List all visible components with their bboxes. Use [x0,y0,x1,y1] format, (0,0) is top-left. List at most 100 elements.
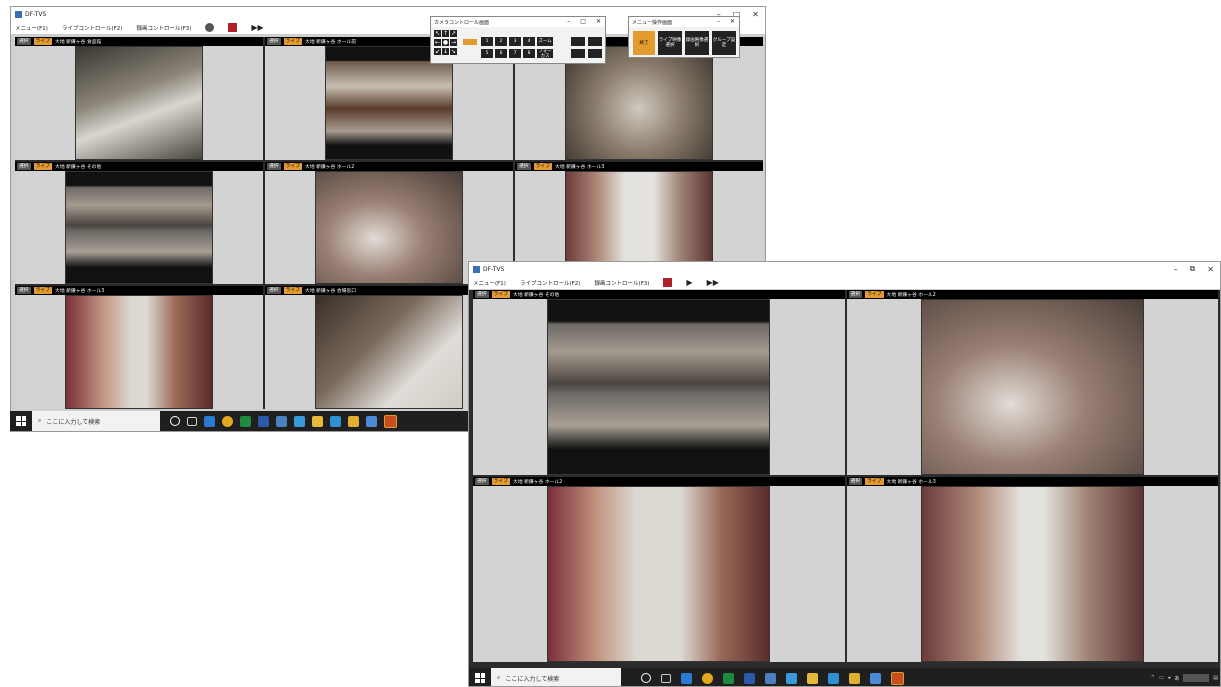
select-button[interactable]: 選択 [17,287,31,295]
home-icon[interactable]: ● [442,39,449,46]
select-button[interactable]: 選択 [267,162,281,170]
menu-main[interactable]: メニュー(F1) [15,24,48,32]
app-icon[interactable] [330,415,341,427]
menu-live-control[interactable]: ライブコントロール(F2) [520,279,580,287]
minimize-icon[interactable]: – [567,17,570,27]
chrome-icon[interactable] [702,672,713,684]
camera-cell[interactable]: 選択 ライブ 大地 新鎌ヶ谷 ホール3 [15,286,263,409]
front-window-titlebar[interactable]: DF-TVS – ⧉ ✕ [469,262,1220,276]
live-button[interactable]: ライブ [491,478,511,485]
windows-start-icon[interactable] [16,416,26,426]
preset-key-1[interactable]: 1 [481,37,493,46]
windows-start-icon[interactable] [475,673,485,683]
exit-button[interactable]: 終了 [633,31,655,55]
arrow-up-left-icon[interactable]: ↖ [434,30,441,37]
close-icon[interactable]: ✕ [596,17,601,27]
arrow-right-icon[interactable]: → [450,39,457,46]
play-icon[interactable]: ▶ [686,278,692,287]
control-button[interactable] [571,49,585,58]
live-button[interactable]: ライブ [865,478,884,485]
minimize-icon[interactable]: – [1174,265,1178,274]
app-icon[interactable] [870,672,881,684]
volume-icon[interactable]: ◂ [1168,675,1171,681]
record-select-button[interactable]: 録画映像選択 [685,31,709,55]
app-icon[interactable] [807,672,818,684]
camera-cell[interactable]: 選択 ライブ 大地 新鎌ヶ谷 その他 [15,161,263,285]
maximize-icon[interactable]: ⧉ [1190,264,1196,274]
edge-icon[interactable] [681,672,692,684]
fast-forward-icon[interactable]: ▶▶ [707,278,719,287]
arrow-down-icon[interactable]: ↓ [442,48,449,55]
live-select-button[interactable]: ライブ映像選択 [658,31,682,55]
close-icon[interactable]: ✕ [1207,265,1214,274]
menu-record-control[interactable]: 録画コントロール(F3) [594,279,649,287]
preset-tab[interactable] [463,39,477,45]
app-icon[interactable] [312,415,323,427]
app-icon[interactable] [765,672,776,684]
select-button[interactable]: 選択 [848,478,863,485]
stop-icon[interactable] [228,23,238,32]
camera-cell[interactable]: 選択 ライブ 大地 新鎌ヶ谷 ホール2 [846,290,1218,475]
chevron-up-icon[interactable]: ^ [1151,675,1155,681]
control-button[interactable] [571,37,585,46]
task-view-icon[interactable] [661,673,671,683]
live-button[interactable]: ライブ [533,162,553,170]
camera-cell[interactable]: 選択 ライブ 大地 新鎌ヶ谷 ホール3 [846,477,1218,662]
zoom-button[interactable]: ズーム [537,37,553,46]
excel-icon[interactable] [240,415,251,427]
live-button[interactable]: ライブ [33,162,53,170]
word-icon[interactable] [258,415,269,427]
preset-key-3[interactable]: 3 [509,37,521,46]
app-icon[interactable] [849,672,860,684]
cortana-icon[interactable] [170,416,180,426]
control-button[interactable] [588,37,602,46]
focus-button[interactable]: フォーカス [537,49,553,59]
live-button[interactable]: ライブ [33,287,53,295]
record-stop-icon[interactable] [205,23,215,32]
app-icon[interactable] [786,672,797,684]
preset-key-5[interactable]: 5 [481,49,493,58]
menu-record-control[interactable]: 録画コントロール(F3) [136,24,191,32]
edge-icon[interactable] [204,415,215,427]
group-setting-button[interactable]: グループ設定 [712,31,736,55]
preset-key-6[interactable]: 6 [495,49,507,58]
app-icon[interactable] [276,415,287,427]
cortana-icon[interactable] [641,673,651,683]
excel-icon[interactable] [723,672,734,684]
menu-popup-titlebar[interactable]: メニュー操作画面 – ✕ [629,17,739,27]
live-button[interactable]: ライブ [283,162,303,170]
live-button[interactable]: ライブ [865,291,884,298]
arrow-up-right-icon[interactable]: ↗ [450,30,457,37]
menu-main[interactable]: メニュー(F1) [473,279,506,287]
minimize-icon[interactable]: – [717,17,720,27]
select-button[interactable]: 選択 [848,291,863,298]
word-icon[interactable] [744,672,755,684]
select-button[interactable]: 選択 [17,162,31,170]
notification-icon[interactable]: ▤ [1213,675,1218,681]
select-button[interactable]: 選択 [517,162,531,170]
live-button[interactable]: ライブ [33,38,53,45]
taskbar-search[interactable]: ⌕ ここに入力して検索 [491,668,621,686]
network-icon[interactable]: ▭ [1159,675,1164,681]
ime-icon[interactable]: あ [1174,675,1179,682]
select-button[interactable]: 選択 [17,38,31,45]
live-button[interactable]: ライブ [283,38,303,45]
live-button[interactable]: ライブ [491,291,511,298]
live-button[interactable]: ライブ [283,287,303,295]
menu-live-control[interactable]: ライブコントロール(F2) [62,24,122,32]
preset-key-7[interactable]: 7 [509,49,521,58]
preset-key-4[interactable]: 4 [523,37,535,46]
stop-icon[interactable] [663,278,673,287]
camera-popup-titlebar[interactable]: カメラコントロール画面 – □ ✕ [431,17,605,27]
camera-cell[interactable]: 選択 ライブ 大地 新鎌ヶ谷 その他 [473,290,845,475]
fast-forward-icon[interactable]: ▶▶ [251,23,263,32]
close-icon[interactable]: ✕ [752,10,759,19]
control-button[interactable] [588,49,602,58]
app-icon[interactable] [294,415,305,427]
preset-key-2[interactable]: 2 [495,37,507,46]
taskbar-search[interactable]: ⌕ ここに入力して検索 [32,411,160,431]
arrow-left-icon[interactable]: ← [434,39,441,46]
task-view-icon[interactable] [187,416,197,426]
camera-cell[interactable]: 選択 ライブ 大地 新鎌ヶ谷 ホール2 [473,477,845,662]
select-button[interactable]: 選択 [267,38,281,45]
